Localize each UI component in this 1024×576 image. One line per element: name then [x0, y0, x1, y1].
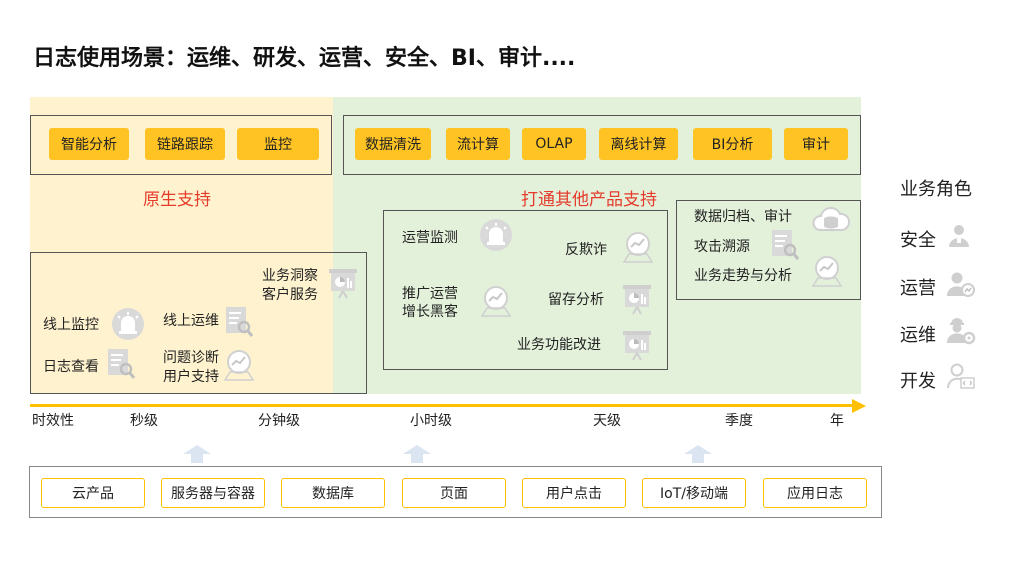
security-person-icon [949, 225, 969, 247]
maintenance-person-icon [946, 318, 976, 345]
document-search-icon [108, 349, 136, 379]
scenario-anti-fraud: 反欺诈 [565, 242, 607, 258]
scenario-growth-hacker: 增长黑客 [402, 304, 458, 320]
scenario-online-ops: 线上运维 [163, 313, 219, 329]
timeline-label: 时效性 [32, 413, 74, 429]
cloud-database-icon [812, 206, 850, 231]
scenario-user-support: 用户支持 [163, 369, 219, 385]
analytics-chart-icon [622, 232, 654, 263]
document-search-icon [226, 307, 254, 337]
timeline-axis [30, 404, 854, 407]
page-title: 日志使用场景：运维、研发、运营、安全、BI、审计.... [33, 46, 576, 71]
operations-person-icon [946, 272, 975, 297]
capability-trace: 链路跟踪 [145, 128, 225, 160]
role-operations: 运营 [900, 278, 936, 299]
analytics-chart-icon [811, 256, 843, 287]
capability-data-cleansing: 数据清洗 [355, 128, 431, 160]
capability-offline-compute: 离线计算 [599, 128, 678, 160]
timeline-tick-day: 天级 [593, 413, 621, 429]
capability-audit: 审计 [784, 128, 848, 160]
timeline-tick-minute: 分钟级 [258, 413, 300, 429]
scenario-customer-service: 客户服务 [262, 287, 318, 303]
alarm-light-icon [480, 219, 512, 251]
source-user-click: 用户点击 [522, 478, 626, 508]
source-app-log: 应用日志 [763, 478, 867, 508]
role-developer: 开发 [900, 371, 936, 392]
presentation-chart-icon [623, 285, 651, 315]
scenario-ops-monitoring: 运营监测 [402, 230, 458, 246]
scenario-problem-diagnosis: 问题诊断 [163, 350, 219, 366]
timeline-tick-year: 年 [830, 413, 844, 429]
up-arrow-icon [403, 445, 431, 463]
source-server-container: 服务器与容器 [161, 478, 265, 508]
analytics-chart-icon [480, 286, 512, 317]
up-arrow-icon [684, 445, 712, 463]
scenario-online-monitoring: 线上监控 [43, 317, 99, 333]
capability-bi-analysis: BI分析 [693, 128, 772, 160]
scenario-promo-ops: 推广运营 [402, 286, 458, 302]
timeline-arrow-head [852, 399, 866, 413]
capability-monitor: 监控 [237, 128, 319, 160]
up-arrow-icon [183, 445, 211, 463]
capability-olap: OLAP [522, 128, 586, 160]
scenario-log-view: 日志查看 [43, 359, 99, 375]
role-devops: 运维 [900, 325, 936, 346]
analytics-chart-icon [223, 350, 255, 381]
scenario-biz-insight: 业务洞察 [262, 268, 318, 284]
source-iot-mobile: IoT/移动端 [642, 478, 746, 508]
source-cloud-product: 云产品 [41, 478, 145, 508]
timeline-tick-quarter: 季度 [725, 413, 753, 429]
role-security: 安全 [900, 230, 936, 251]
scenario-attack-trace: 攻击溯源 [694, 239, 750, 255]
roles-title: 业务角色 [900, 179, 972, 200]
alarm-light-icon [112, 308, 144, 340]
timeline-tick-hour: 小时级 [410, 413, 452, 429]
presentation-chart-icon [329, 269, 357, 299]
timeline-tick-second: 秒级 [130, 413, 158, 429]
scenario-trend-analysis: 业务走势与分析 [694, 268, 792, 284]
developer-person-icon [946, 363, 975, 389]
capability-stream-compute: 流计算 [446, 128, 510, 160]
capability-smart-analysis: 智能分析 [49, 128, 129, 160]
scenario-feature-improve: 业务功能改进 [517, 337, 601, 353]
scenario-data-archive: 数据归档、审计 [694, 209, 792, 225]
source-database: 数据库 [281, 478, 385, 508]
native-support-label: 原生支持 [143, 190, 211, 210]
presentation-chart-icon [623, 331, 651, 361]
source-page: 页面 [402, 478, 506, 508]
integrated-support-label: 打通其他产品支持 [521, 190, 657, 210]
scenario-retention: 留存分析 [548, 292, 604, 308]
document-search-icon [772, 230, 800, 260]
